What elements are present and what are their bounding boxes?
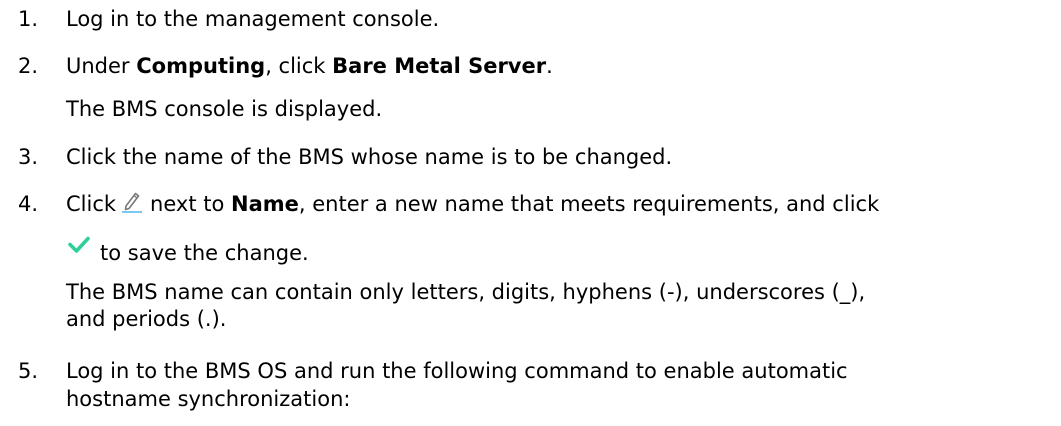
step-number: 1. bbox=[18, 7, 39, 31]
checkmark-icon bbox=[66, 235, 92, 257]
step-text: Under Computing, click Bare Metal Server… bbox=[66, 50, 1056, 82]
step-text-continued: to save the change. bbox=[100, 241, 309, 265]
step-4-line-2: to save the change. bbox=[66, 235, 1056, 269]
step-text-middle: next to bbox=[150, 192, 232, 216]
step-text-line-1: Log in to the BMS OS and run the followi… bbox=[66, 359, 848, 383]
menu-bare-metal-server: Bare Metal Server bbox=[332, 54, 547, 78]
step-text-middle: , click bbox=[265, 54, 333, 78]
step-text: Click next to Name, enter a new name tha… bbox=[66, 188, 1056, 220]
step-number: 3. bbox=[18, 145, 39, 169]
field-name-label: Name bbox=[231, 192, 299, 216]
step-5-line-2: hostname synchronization: bbox=[66, 387, 351, 411]
step-text: Click the name of the BMS whose name is … bbox=[66, 145, 673, 169]
menu-computing: Computing bbox=[136, 54, 266, 78]
step-number: 2. bbox=[18, 54, 39, 78]
step-text-suffix: , enter a new name that meets requiremen… bbox=[298, 192, 880, 216]
step-number: 5. bbox=[18, 359, 39, 383]
document-content: 1. Log in to the management console. 2. … bbox=[0, 0, 1061, 426]
step-2-note: The BMS console is displayed. bbox=[66, 97, 383, 121]
step-text-prefix: Click bbox=[66, 192, 117, 216]
step-number: 4. bbox=[18, 192, 39, 216]
step-text: Log in to the management console. bbox=[66, 7, 440, 31]
step-text-prefix: Under bbox=[66, 54, 137, 78]
step-text-suffix: . bbox=[546, 54, 553, 78]
pencil-edit-icon bbox=[120, 189, 144, 213]
step-4-note-line-2: and periods (.). bbox=[66, 307, 227, 331]
